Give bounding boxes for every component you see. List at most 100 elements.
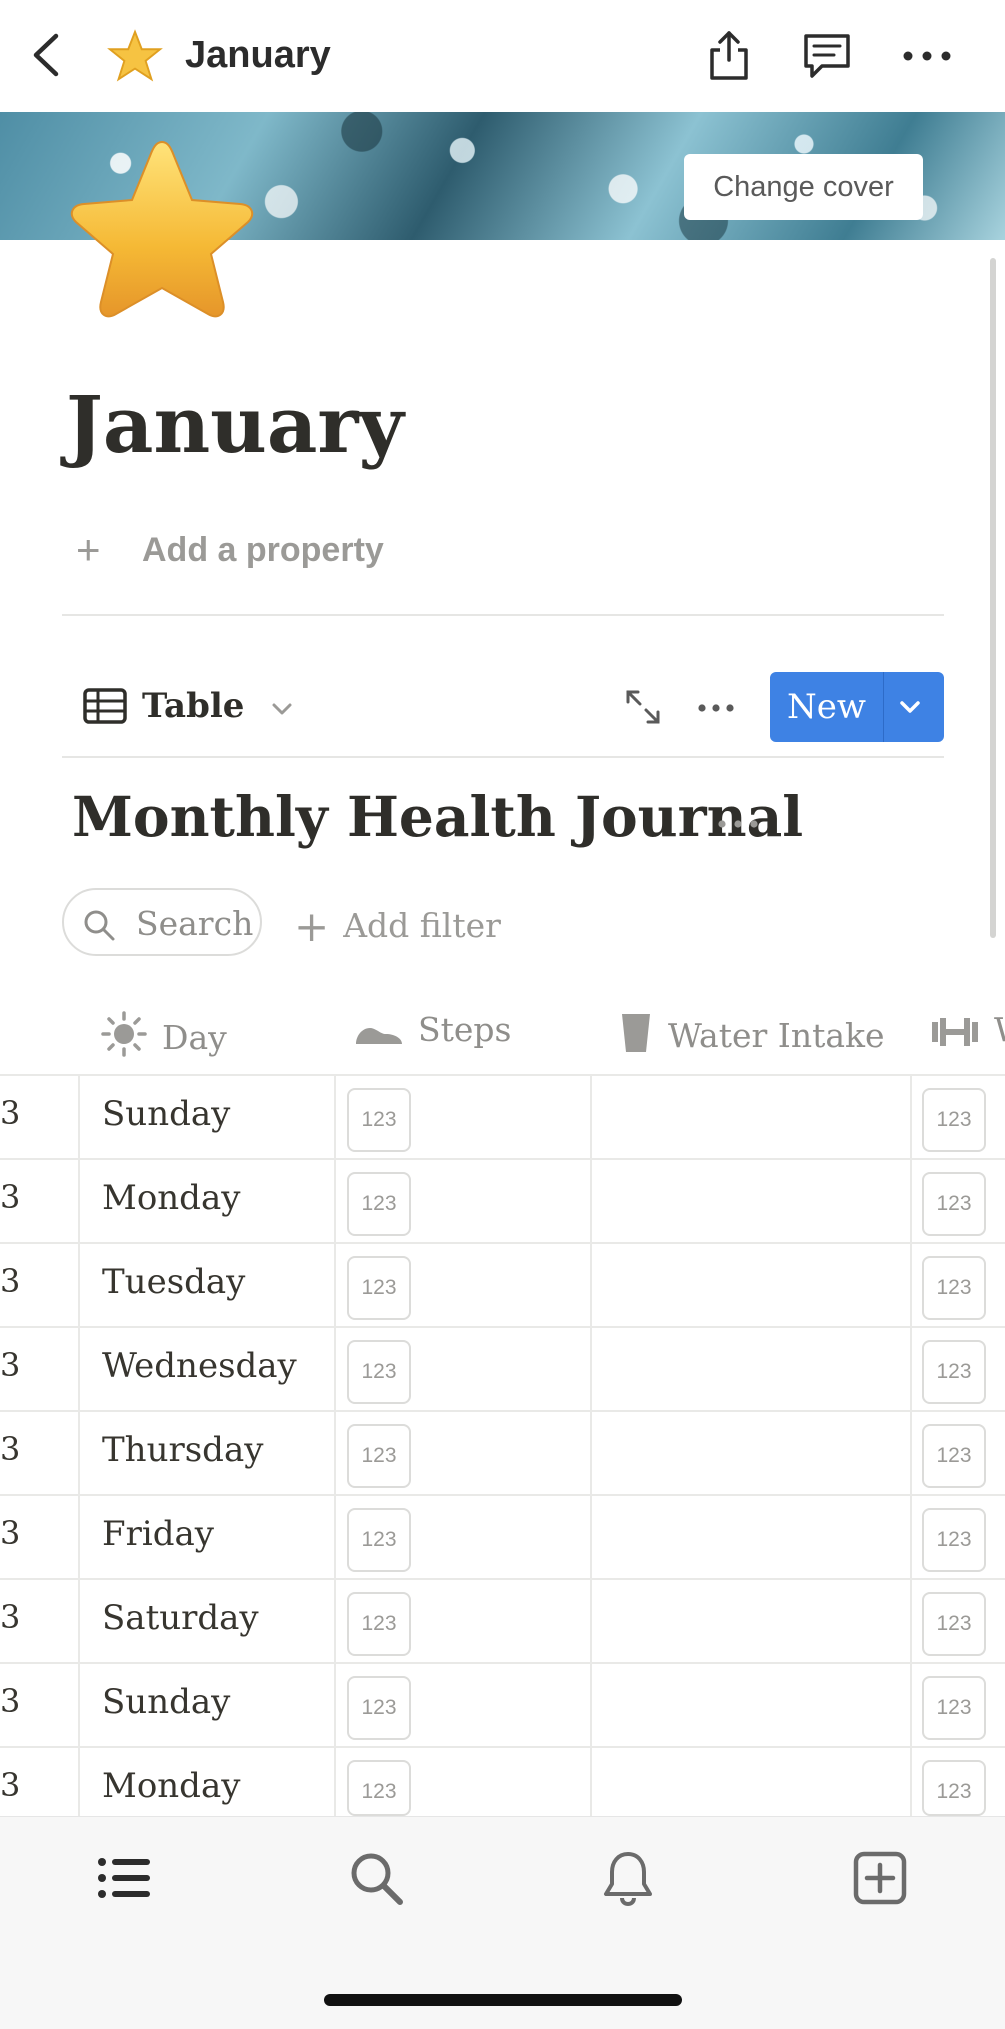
day-cell[interactable]: Friday bbox=[102, 1514, 214, 1554]
search-label: Search bbox=[136, 904, 254, 943]
row-prefix: 3 bbox=[0, 1598, 21, 1636]
day-cell[interactable]: Monday bbox=[102, 1766, 240, 1806]
day-cell[interactable]: Tuesday bbox=[102, 1262, 245, 1302]
table-row[interactable]: 3 Monday bbox=[0, 1746, 1005, 1816]
column-header-day[interactable]: Day bbox=[100, 1010, 227, 1058]
steps-number-icon[interactable]: 123 bbox=[347, 1760, 411, 1816]
row-prefix: 3 bbox=[0, 1766, 21, 1804]
row-prefix: 3 bbox=[0, 1346, 21, 1384]
day-cell[interactable]: Wednesday bbox=[102, 1346, 297, 1386]
column-header-steps[interactable]: Steps bbox=[354, 1010, 511, 1050]
share-icon[interactable] bbox=[702, 28, 756, 82]
weight-number-icon[interactable]: 123 bbox=[922, 1508, 986, 1572]
table-row[interactable]: 3 Sunday bbox=[0, 1662, 1005, 1746]
new-page-icon[interactable] bbox=[850, 1848, 910, 1908]
divider bbox=[62, 756, 944, 758]
column-label: Day bbox=[162, 1018, 227, 1057]
row-prefix: 3 bbox=[0, 1094, 21, 1132]
day-cell[interactable]: Saturday bbox=[102, 1598, 259, 1638]
shoe-icon bbox=[356, 1028, 402, 1044]
row-prefix: 3 bbox=[0, 1178, 21, 1216]
weight-number-icon[interactable]: 123 bbox=[922, 1088, 986, 1152]
steps-number-icon[interactable]: 123 bbox=[347, 1424, 411, 1488]
day-cell[interactable]: Sunday bbox=[102, 1682, 230, 1722]
add-property-button[interactable]: + Add a property bbox=[76, 526, 384, 574]
steps-number-icon[interactable]: 123 bbox=[347, 1088, 411, 1152]
dumbbell-icon bbox=[932, 1018, 978, 1046]
chevron-down-icon[interactable] bbox=[896, 696, 924, 718]
star-emoji-icon[interactable] bbox=[106, 28, 164, 86]
weight-number-icon[interactable]: 123 bbox=[922, 1424, 986, 1488]
more-icon[interactable] bbox=[900, 28, 954, 82]
search-button[interactable]: Search bbox=[62, 888, 262, 956]
table-body: 3 Sunday 3 Monday 3 Tuesday 3 Wednesday … bbox=[0, 1074, 1005, 1816]
search-icon bbox=[84, 910, 115, 941]
row-prefix: 3 bbox=[0, 1514, 21, 1552]
steps-number-icon[interactable]: 123 bbox=[347, 1172, 411, 1236]
list-icon[interactable] bbox=[94, 1848, 154, 1908]
add-property-label: Add a property bbox=[142, 531, 384, 569]
divider bbox=[62, 614, 944, 616]
new-button-label: New bbox=[787, 687, 866, 727]
table-row[interactable]: 3 Tuesday bbox=[0, 1242, 1005, 1326]
plus-icon: + bbox=[294, 902, 330, 951]
database-title[interactable]: Monthly Health Journal bbox=[72, 784, 803, 849]
table-row[interactable]: 3 Monday bbox=[0, 1158, 1005, 1242]
new-button-separator bbox=[883, 672, 884, 742]
column-label: Steps bbox=[418, 1010, 512, 1049]
column-label: Water Intake bbox=[668, 1016, 885, 1055]
table-row[interactable]: 3 Sunday bbox=[0, 1074, 1005, 1158]
page-title[interactable]: January bbox=[66, 380, 404, 471]
weight-number-icon[interactable]: 123 bbox=[922, 1340, 986, 1404]
bell-icon[interactable] bbox=[598, 1848, 658, 1908]
weight-number-icon[interactable]: 123 bbox=[922, 1592, 986, 1656]
table-row[interactable]: 3 Saturday bbox=[0, 1578, 1005, 1662]
day-cell[interactable]: Sunday bbox=[102, 1094, 230, 1134]
column-divider bbox=[910, 1074, 912, 1816]
scrollbar[interactable] bbox=[990, 258, 996, 938]
steps-number-icon[interactable]: 123 bbox=[347, 1256, 411, 1320]
weight-number-icon[interactable]: 123 bbox=[922, 1172, 986, 1236]
day-cell[interactable]: Thursday bbox=[102, 1430, 263, 1470]
table-row[interactable]: 3 Thursday bbox=[0, 1410, 1005, 1494]
chevron-down-icon bbox=[272, 703, 292, 715]
page-star-icon[interactable] bbox=[58, 136, 266, 336]
search-icon[interactable] bbox=[346, 1848, 406, 1908]
column-label: W bbox=[994, 1010, 1005, 1049]
steps-number-icon[interactable]: 123 bbox=[347, 1508, 411, 1572]
column-header-weight[interactable]: W bbox=[930, 1010, 1005, 1050]
table-view-tab[interactable]: Table bbox=[82, 686, 294, 726]
top-nav-bar: January bbox=[0, 0, 1005, 112]
table-row[interactable]: 3 Wednesday bbox=[0, 1326, 1005, 1410]
glass-icon bbox=[622, 1014, 650, 1052]
weight-number-icon[interactable]: 123 bbox=[922, 1256, 986, 1320]
weight-number-icon[interactable]: 123 bbox=[922, 1676, 986, 1740]
sun-icon bbox=[101, 1011, 147, 1057]
home-indicator bbox=[324, 1994, 682, 2006]
steps-number-icon[interactable]: 123 bbox=[347, 1676, 411, 1740]
add-filter-label: Add filter bbox=[343, 906, 501, 945]
table-icon bbox=[83, 688, 127, 724]
day-cell[interactable]: Monday bbox=[102, 1178, 240, 1218]
steps-number-icon[interactable]: 123 bbox=[347, 1592, 411, 1656]
view-tab-label: Table bbox=[142, 686, 245, 726]
expand-icon[interactable] bbox=[624, 688, 662, 726]
plus-icon: + bbox=[76, 526, 101, 573]
comment-icon[interactable] bbox=[800, 28, 854, 82]
back-chevron-icon[interactable] bbox=[28, 30, 68, 80]
database-more-icon[interactable] bbox=[716, 812, 760, 836]
row-prefix: 3 bbox=[0, 1682, 21, 1720]
add-filter-button[interactable]: + Add filter bbox=[294, 902, 501, 951]
new-button[interactable]: New bbox=[770, 672, 944, 742]
row-prefix: 3 bbox=[0, 1262, 21, 1300]
column-divider bbox=[334, 1074, 336, 1816]
row-prefix: 3 bbox=[0, 1430, 21, 1468]
change-cover-button[interactable]: Change cover bbox=[684, 154, 923, 220]
steps-number-icon[interactable]: 123 bbox=[347, 1340, 411, 1404]
nav-title: January bbox=[185, 34, 331, 76]
column-header-water-intake[interactable]: Water Intake bbox=[618, 1010, 885, 1056]
weight-number-icon[interactable]: 123 bbox=[922, 1760, 986, 1816]
column-divider bbox=[78, 1074, 80, 1816]
view-more-icon[interactable] bbox=[696, 694, 736, 722]
table-row[interactable]: 3 Friday bbox=[0, 1494, 1005, 1578]
